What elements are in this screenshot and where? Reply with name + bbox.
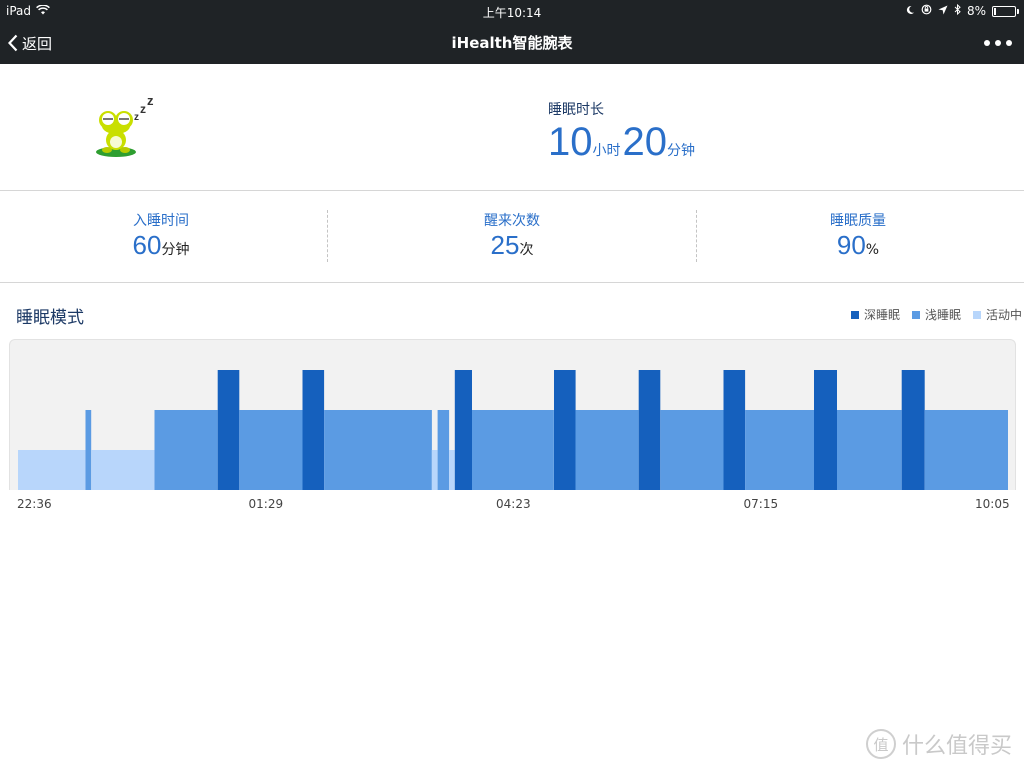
sleep-segment-bar — [239, 410, 303, 490]
x-tick-label: 22:36 — [17, 497, 52, 511]
svg-text:z: z — [140, 102, 146, 116]
rotation-lock-icon — [921, 4, 932, 18]
stat-wake-count: 醒来次数 25次 — [328, 190, 696, 282]
x-tick-label: 01:29 — [248, 497, 284, 511]
legend-swatch — [972, 310, 981, 319]
stat-value: 25次 — [328, 230, 696, 261]
sleep-segment-bar — [437, 410, 450, 490]
sleep-segment-bar — [723, 370, 746, 490]
sleep-pattern-title: 睡眠模式 — [16, 308, 84, 328]
more-dot-icon — [984, 40, 990, 46]
sleep-segment-bar — [554, 370, 576, 490]
sleep-segment-bar — [85, 410, 92, 490]
svg-text:z: z — [147, 96, 154, 108]
legend-label: 浅睡眠 — [924, 308, 961, 322]
sleep-pattern-svg — [18, 370, 1008, 490]
stat-value: 90% — [697, 230, 1019, 261]
duration-minutes-unit: 分钟 — [667, 143, 695, 159]
sleep-segment-bar — [91, 450, 155, 490]
more-options-button[interactable] — [984, 34, 1012, 52]
sleep-segment-bar — [454, 370, 472, 490]
stat-number: 60 — [132, 230, 162, 260]
x-tick-label: 04:23 — [496, 497, 531, 511]
legend-swatch — [850, 310, 859, 319]
stat-sleep-quality: 睡眠质量 90% — [697, 190, 1019, 282]
duration-hours: 10 — [548, 120, 593, 164]
status-bar: iPad 上午10:14 8% — [0, 0, 1024, 22]
legend-label: 活动中 — [985, 308, 1022, 322]
sleep-segment-bar — [302, 370, 325, 490]
sleep-segment-bar — [472, 410, 554, 490]
stat-number: 25 — [490, 230, 520, 260]
sleep-segment-bar — [154, 410, 218, 490]
watermark-text: 什么值得买 — [901, 734, 1012, 759]
x-tick-label: 10:05 — [975, 497, 1010, 511]
battery-percent: 8% — [966, 4, 986, 18]
chart-x-axis: 22:36 01:29 04:23 07:15 10:05 — [0, 497, 1024, 513]
stat-value: 60分钟 — [0, 230, 322, 261]
sleep-segment-bar — [901, 370, 925, 490]
bluetooth-icon — [954, 3, 961, 18]
svg-text:z: z — [134, 112, 139, 123]
x-tick-label: 07:15 — [743, 497, 779, 511]
sleep-segment-bar — [837, 410, 902, 490]
sleep-pattern-chart — [9, 339, 1016, 490]
page-title: iHealth智能腕表 — [451, 34, 573, 52]
stat-label: 睡眠质量 — [830, 213, 886, 229]
chart-legend: 深睡眠 浅睡眠 活动中 — [850, 306, 1022, 323]
sleep-duration-label: 睡眠时长 — [548, 102, 604, 118]
status-time: 上午10:14 — [482, 6, 542, 20]
sleep-segment-bar — [660, 410, 724, 490]
legend-item-light: 浅睡眠 — [911, 306, 961, 323]
sleep-segment-bar — [575, 410, 639, 490]
nav-bar: 返回 iHealth智能腕表 — [0, 22, 1024, 64]
stat-unit: 次 — [519, 242, 534, 258]
duration-hours-unit: 小时 — [592, 143, 621, 159]
stat-fall-asleep-time: 入睡时间 60分钟 — [0, 190, 322, 282]
stat-unit: 分钟 — [161, 242, 190, 258]
sleep-segment-bar — [217, 370, 240, 490]
sleep-segment-bar — [18, 450, 86, 490]
sleeping-frog-icon: z z z — [92, 93, 162, 160]
legend-item-active: 活动中 — [972, 306, 1022, 323]
stat-unit: % — [865, 242, 880, 258]
legend-item-deep: 深睡眠 — [850, 306, 900, 323]
stat-label: 醒来次数 — [484, 213, 540, 229]
sleep-segment-bar — [449, 450, 455, 490]
sleep-segment-bar — [431, 450, 438, 490]
more-dot-icon — [1006, 40, 1012, 46]
stat-number: 90 — [836, 230, 866, 260]
legend-swatch — [911, 310, 920, 319]
sleep-duration-value: 10小时20分钟 — [548, 120, 697, 164]
moon-icon — [905, 4, 915, 18]
duration-minutes: 20 — [622, 120, 668, 164]
watermark-logo-icon: 值 — [865, 729, 896, 759]
sleep-stats: 入睡时间 60分钟 醒来次数 25次 睡眠质量 90% — [0, 190, 1024, 283]
sleep-segment-bar — [638, 370, 661, 490]
battery-level — [994, 7, 996, 15]
sleep-summary: z z z 睡眠时长 10小时20分钟 — [0, 64, 1024, 191]
more-dot-icon — [995, 40, 1001, 46]
battery-icon — [992, 5, 1019, 17]
stat-label: 入睡时间 — [133, 213, 189, 229]
legend-label: 深睡眠 — [863, 308, 900, 322]
sleep-segment-bar — [745, 410, 815, 490]
sleep-segment-bar — [814, 370, 837, 490]
watermark: 值 什么值得买 — [865, 728, 1012, 760]
location-icon — [938, 4, 948, 18]
sleep-segment-bar — [924, 410, 1008, 490]
sleep-segment-bar — [324, 410, 432, 490]
